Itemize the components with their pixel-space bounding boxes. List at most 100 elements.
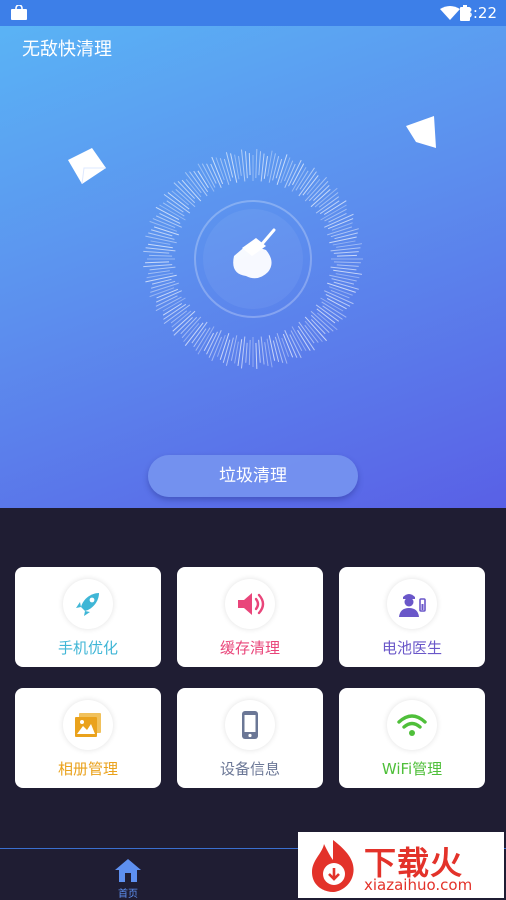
home-icon bbox=[115, 859, 141, 882]
dial-tick bbox=[225, 337, 234, 366]
dial-tick bbox=[317, 312, 338, 331]
dial-tick bbox=[268, 153, 276, 183]
dial-tick bbox=[320, 297, 344, 312]
feature-grid: 手机优化 缓存清理 电池医生 相册管理 设备信息 WiFi管理 bbox=[0, 508, 506, 848]
dial-tick bbox=[260, 336, 265, 365]
dial-tick bbox=[163, 303, 187, 320]
dial-tick bbox=[150, 229, 173, 237]
dial-tick bbox=[150, 240, 171, 245]
dial-tick bbox=[330, 266, 357, 271]
dial-tick bbox=[147, 243, 173, 249]
dial-tick bbox=[147, 270, 170, 275]
dial-tick bbox=[304, 176, 327, 202]
dial-tick bbox=[291, 326, 307, 352]
site-watermark: 下载火 xiazaihuo.com bbox=[298, 832, 504, 898]
dial-tick bbox=[330, 247, 361, 252]
dial-tick bbox=[183, 323, 200, 343]
wifi-icon bbox=[397, 714, 427, 736]
feature-label: 设备信息 bbox=[219, 760, 280, 778]
dial-tick bbox=[162, 297, 186, 312]
dial-tick bbox=[248, 339, 251, 365]
dial-tick bbox=[230, 153, 238, 183]
wifi-signal-icon bbox=[440, 6, 460, 20]
feature-card-album-manage[interactable]: 相册管理 bbox=[15, 688, 161, 788]
dial-tick bbox=[149, 254, 173, 257]
dial-tick bbox=[184, 172, 202, 194]
doctor-icon bbox=[399, 594, 426, 617]
paper-kite-left-icon bbox=[68, 148, 106, 185]
dial-tick bbox=[225, 152, 234, 178]
dial-tick bbox=[333, 261, 361, 264]
dial-tick bbox=[145, 235, 177, 244]
dial-tick bbox=[171, 310, 192, 328]
dial-tick bbox=[145, 247, 176, 252]
speaker-icon bbox=[238, 593, 265, 615]
dial-tick bbox=[336, 243, 362, 248]
feature-label: WiFi管理 bbox=[381, 760, 443, 778]
dial-tick bbox=[330, 290, 350, 299]
clock-time: 3:22 bbox=[463, 4, 497, 22]
rocket-icon bbox=[76, 593, 99, 616]
dial-tick bbox=[150, 280, 176, 289]
feature-card-wifi-manage[interactable]: WiFi管理 bbox=[339, 688, 485, 788]
dial-tick bbox=[298, 321, 315, 344]
dial-tick bbox=[222, 339, 231, 363]
dial-tick bbox=[143, 264, 173, 268]
dial-tick bbox=[324, 290, 354, 305]
dial-tick bbox=[223, 158, 232, 182]
flame-logo-icon bbox=[312, 840, 354, 892]
feature-label: 电池医生 bbox=[381, 639, 442, 657]
dial-tick bbox=[333, 251, 359, 254]
hero-panel: 无敌快清理 垃圾清理 bbox=[0, 26, 506, 508]
dial-tick bbox=[155, 296, 182, 312]
dial-tick bbox=[145, 261, 170, 264]
dial-tick bbox=[316, 308, 336, 324]
dial-tick bbox=[299, 167, 315, 190]
dial-tick bbox=[185, 179, 202, 198]
dial-tick bbox=[336, 254, 357, 257]
feature-label: 相册管理 bbox=[57, 760, 118, 778]
dial-tick bbox=[324, 213, 354, 228]
dial-tick bbox=[241, 149, 246, 182]
feature-card-device-info[interactable]: 设备信息 bbox=[177, 688, 323, 788]
dial-tick bbox=[318, 192, 339, 208]
dial-tick bbox=[310, 310, 334, 332]
dial-tick bbox=[331, 222, 353, 231]
dial-tick bbox=[167, 192, 190, 210]
dial-tick bbox=[272, 156, 280, 181]
feature-card-cache-clean[interactable]: 缓存清理 bbox=[177, 567, 323, 667]
app-title: 无敌快清理 bbox=[22, 39, 112, 60]
dial-tick bbox=[172, 310, 196, 332]
dial-tick bbox=[245, 342, 248, 363]
status-bar: 3:22 bbox=[0, 0, 506, 26]
dial-tick bbox=[173, 316, 193, 336]
dial-tick bbox=[193, 170, 209, 193]
tab-home[interactable]: 首页 bbox=[108, 853, 148, 900]
feature-label: 手机优化 bbox=[57, 639, 118, 657]
dial-tick bbox=[177, 180, 196, 199]
dial-tick bbox=[238, 155, 242, 176]
paper-kite-right-icon bbox=[406, 116, 436, 148]
feature-card-phone-optimize[interactable]: 手机优化 bbox=[15, 567, 161, 667]
dial-tick bbox=[191, 321, 208, 344]
dial-tick bbox=[255, 342, 258, 369]
shopping-bag-icon bbox=[11, 5, 27, 20]
dial-tick bbox=[310, 314, 330, 333]
junk-clean-button[interactable]: 垃圾清理 bbox=[148, 455, 358, 497]
dial-tick bbox=[263, 155, 268, 179]
dial-tick bbox=[258, 151, 262, 176]
dial-tick bbox=[264, 342, 269, 367]
dial-tick bbox=[291, 166, 307, 192]
dial-tick bbox=[241, 336, 246, 369]
dial-tick bbox=[248, 153, 251, 176]
scan-dial bbox=[143, 149, 363, 369]
dial-tick bbox=[302, 175, 319, 196]
dial-tick bbox=[333, 281, 359, 290]
feature-card-battery-doctor[interactable]: 电池医生 bbox=[339, 567, 485, 667]
dial-tick bbox=[258, 339, 261, 363]
tab-home-label: 首页 bbox=[118, 889, 138, 900]
dial-tick bbox=[148, 232, 175, 240]
dial-tick bbox=[143, 250, 170, 254]
dial-tick bbox=[260, 153, 265, 182]
dial-tick bbox=[145, 274, 177, 283]
